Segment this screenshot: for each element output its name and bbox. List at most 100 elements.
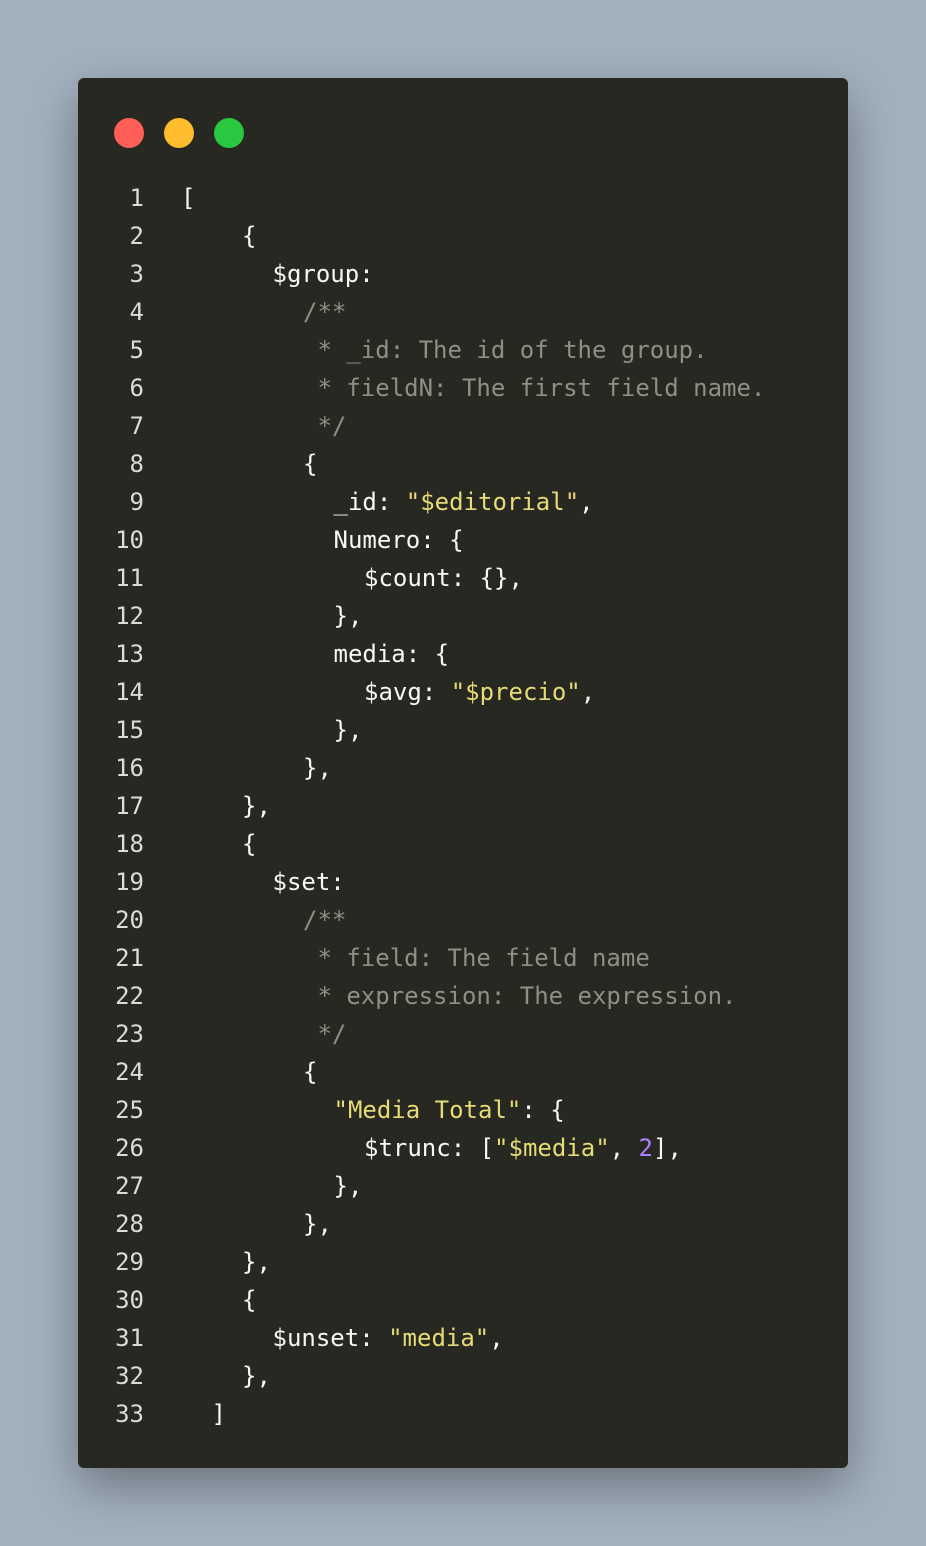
code-token-punct: }, — [303, 754, 332, 782]
code-token-punct: }, — [303, 1210, 332, 1238]
line-number: 23 — [115, 1020, 144, 1048]
code-line-content: * _id: The id of the group. — [303, 331, 708, 369]
code-line-content: ] — [212, 1395, 226, 1433]
code-line-content: /** — [303, 901, 346, 939]
line-number: 5 — [129, 336, 144, 364]
line-number: 1 — [129, 184, 144, 212]
code-token-key: $set: — [272, 868, 345, 896]
line-number: 19 — [115, 868, 144, 896]
code-token-punct: , — [489, 1324, 504, 1352]
code-line: 15}, — [78, 711, 848, 749]
code-line: 18 { — [78, 825, 848, 863]
code-line-content: $trunc: ["$media", 2], — [364, 1129, 682, 1167]
code-window: 1 [2 {3 $group: 4 /** 5 * _id: The id of the g… — [78, 78, 848, 1468]
code-line: 19 $set: — [78, 863, 848, 901]
line-number: 20 — [115, 906, 144, 934]
code-token-comment: * _id: The id of the group. — [303, 336, 708, 364]
code-line-content: { — [242, 217, 256, 255]
code-token-punct: [ — [181, 184, 196, 212]
code-token-key: Numero: { — [333, 526, 464, 554]
code-token-punct: : { — [521, 1096, 565, 1124]
code-line: 12}, — [78, 597, 848, 635]
code-line: 14 $avg: "$precio", — [78, 673, 848, 711]
line-number: 22 — [115, 982, 144, 1010]
code-token-key: $trunc: [ — [364, 1134, 495, 1162]
close-window-icon[interactable] — [114, 118, 144, 148]
code-line-content: * fieldN: The first field name. — [303, 369, 765, 407]
code-line: 23 */ — [78, 1015, 848, 1053]
code-line: 6 * fieldN: The first field name. — [78, 369, 848, 407]
code-token-comment: */ — [303, 412, 347, 440]
code-token-key: $count: {}, — [364, 564, 523, 592]
code-token-punct: }, — [242, 1362, 271, 1390]
line-number: 27 — [115, 1172, 144, 1200]
code-line: 5 * _id: The id of the group. — [78, 331, 848, 369]
code-line-content: */ — [303, 1015, 346, 1053]
code-token-str: "$editorial" — [405, 488, 580, 516]
minimize-window-icon[interactable] — [164, 118, 194, 148]
code-line-content: */ — [303, 407, 346, 445]
line-number: 6 — [129, 374, 144, 402]
line-number: 15 — [115, 716, 144, 744]
code-line-content: media: { — [334, 635, 450, 673]
code-editor: 1 [2 {3 $group: 4 /** 5 * _id: The id of the g… — [78, 179, 848, 1433]
code-token-key: $group: — [272, 260, 374, 288]
code-line-content: { — [242, 1281, 256, 1319]
line-number: 30 — [115, 1286, 144, 1314]
code-token-key: _id: — [333, 488, 406, 516]
code-line: 24 { — [78, 1053, 848, 1091]
code-token-punct: ], — [653, 1134, 682, 1162]
code-token-key: $avg: — [364, 678, 451, 706]
code-token-punct: { — [242, 222, 257, 250]
code-token-punct: ] — [211, 1400, 226, 1428]
code-line-content: $group: — [273, 255, 374, 293]
code-line-content: }, — [242, 787, 271, 825]
code-line: 16}, — [78, 749, 848, 787]
code-token-num: 2 — [638, 1134, 653, 1162]
code-line: 31 $unset: "media", — [78, 1319, 848, 1357]
code-token-comment: */ — [303, 1020, 347, 1048]
code-line: 28}, — [78, 1205, 848, 1243]
code-line-content: }, — [334, 597, 363, 635]
line-number: 33 — [115, 1400, 144, 1428]
line-number: 7 — [129, 412, 144, 440]
code-token-punct: }, — [242, 792, 271, 820]
line-number: 3 — [129, 260, 144, 288]
code-line-content: $unset: "media", — [273, 1319, 504, 1357]
code-line: 9 _id: "$editorial", — [78, 483, 848, 521]
line-number: 17 — [115, 792, 144, 820]
code-token-punct: }, — [242, 1248, 271, 1276]
code-token-punct: }, — [333, 716, 363, 744]
code-line-content: $avg: "$precio", — [364, 673, 595, 711]
code-token-comment: /** — [303, 906, 347, 934]
line-number: 24 — [115, 1058, 144, 1086]
code-token-punct: { — [242, 1286, 257, 1314]
code-line: 27}, — [78, 1167, 848, 1205]
code-line: 10 Numero: { — [78, 521, 848, 559]
code-token-comment: /** — [303, 298, 347, 326]
code-line-content: { — [303, 445, 317, 483]
code-line-content: $set: — [273, 863, 345, 901]
code-line: 4 /** — [78, 293, 848, 331]
code-token-punct: , — [580, 678, 596, 706]
code-line-content: * expression: The expression. — [303, 977, 736, 1015]
code-token-punct: , — [609, 1134, 639, 1162]
code-token-key: media: { — [333, 640, 450, 668]
code-token-punct: { — [242, 830, 257, 858]
code-line: 17}, — [78, 787, 848, 825]
code-line: 22 * expression: The expression. — [78, 977, 848, 1015]
code-line-content: "Media Total": { — [334, 1091, 565, 1129]
code-line-content: }, — [242, 1243, 271, 1281]
code-line: 32}, — [78, 1357, 848, 1395]
line-number: 2 — [129, 222, 144, 250]
code-line: 33] — [78, 1395, 848, 1433]
line-number: 4 — [129, 298, 144, 326]
line-number: 8 — [129, 450, 144, 478]
code-line-content: }, — [242, 1357, 271, 1395]
code-token-punct: { — [303, 450, 318, 478]
code-token-str: "Media Total" — [333, 1096, 522, 1124]
code-line: 30 { — [78, 1281, 848, 1319]
maximize-window-icon[interactable] — [214, 118, 244, 148]
code-line: 13 media: { — [78, 635, 848, 673]
code-line-content: $count: {}, — [364, 559, 523, 597]
